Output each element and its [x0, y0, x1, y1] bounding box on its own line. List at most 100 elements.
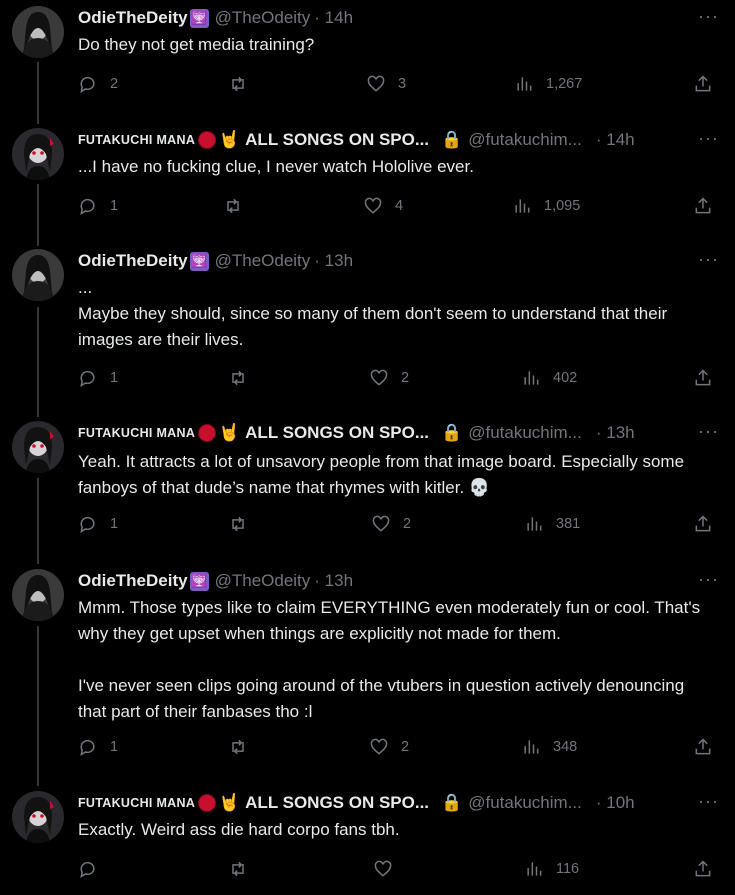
views-button[interactable]: 116	[524, 859, 579, 879]
retweet-icon	[232, 370, 244, 386]
action-bar: 1 2 402	[78, 368, 715, 392]
share-button[interactable]	[693, 737, 713, 757]
reply-button[interactable]: 1	[78, 737, 118, 757]
like-count: 2	[403, 516, 412, 532]
timestamp[interactable]: · 13h	[596, 423, 635, 443]
avatar[interactable]	[12, 249, 64, 301]
author-name[interactable]: OdieTheDeity	[78, 8, 188, 28]
author-name[interactable]: FUTAKUCHI MANA	[78, 426, 195, 440]
view-count: 116	[556, 861, 580, 877]
reply-count: 1	[110, 370, 119, 386]
retweet-button[interactable]	[228, 514, 260, 534]
retweet-button[interactable]	[228, 859, 260, 879]
view-count: 1,095	[544, 198, 581, 214]
like-count: 3	[398, 76, 407, 92]
author-name[interactable]: OdieTheDeity	[78, 571, 188, 591]
share-icon	[695, 75, 711, 92]
reply-button[interactable]: 1	[78, 514, 118, 534]
retweet-button[interactable]	[228, 74, 260, 94]
views-button[interactable]: 1,095	[512, 196, 580, 216]
author-handle[interactable]: @futakuchim...	[468, 793, 582, 813]
reply-icon	[80, 861, 95, 879]
retweet-button[interactable]	[228, 737, 260, 757]
author-handle[interactable]: @TheOdeity	[215, 251, 311, 271]
views-button[interactable]: 402	[521, 368, 577, 388]
reply-button[interactable]: 1	[78, 368, 118, 388]
retweet-icon	[232, 76, 244, 92]
reply-button[interactable]: 1	[78, 196, 118, 216]
author-name[interactable]: FUTAKUCHI MANA	[78, 796, 195, 810]
display-name-suffix[interactable]: ALL SONGS ON SPO...	[245, 130, 429, 150]
author-handle[interactable]: @TheOdeity	[215, 571, 311, 591]
red-circle-emoji	[197, 793, 217, 813]
views-icon	[524, 740, 539, 754]
like-button[interactable]: 2	[369, 737, 409, 757]
like-button[interactable]: 4	[363, 196, 403, 216]
timestamp[interactable]: · 10h	[596, 793, 635, 813]
menorah-emoji: 🕎	[189, 8, 209, 28]
avatar[interactable]	[12, 128, 64, 180]
tweet[interactable]: OdieTheDeity 🕎 @TheOdeity · 13h ··· Mmm.…	[0, 564, 735, 785]
share-icon	[695, 738, 711, 755]
like-count: 4	[395, 198, 404, 214]
share-icon	[695, 197, 711, 214]
avatar[interactable]	[12, 791, 64, 843]
more-options-icon[interactable]: ···	[698, 569, 719, 590]
display-name-suffix[interactable]: ALL SONGS ON SPO...	[245, 793, 429, 813]
timestamp[interactable]: · 14h	[314, 8, 353, 28]
share-button[interactable]	[693, 859, 713, 879]
more-options-icon[interactable]: ···	[698, 791, 719, 812]
like-button[interactable]: 2	[369, 368, 409, 388]
views-icon	[524, 371, 539, 385]
reply-button[interactable]: 2	[78, 74, 118, 94]
tweet-text: Yeah. It attracts a lot of unsavory peop…	[78, 452, 689, 497]
views-icon	[517, 77, 532, 91]
share-button[interactable]	[693, 368, 713, 388]
more-options-icon[interactable]: ···	[698, 421, 719, 442]
tweet[interactable]: FUTAKUCHI MANA 🤘 ALL SONGS ON SPO... 🔒 @…	[0, 416, 735, 564]
view-count: 402	[553, 370, 578, 386]
author-handle[interactable]: @futakuchim...	[468, 130, 582, 150]
share-icon	[695, 860, 711, 877]
view-count: 1,267	[546, 76, 583, 92]
timestamp[interactable]: · 14h	[596, 130, 635, 150]
tweet[interactable]: FUTAKUCHI MANA 🤘 ALL SONGS ON SPO... 🔒 @…	[0, 785, 735, 895]
heart-icon	[367, 75, 385, 92]
reply-icon	[80, 516, 95, 534]
tweet[interactable]: OdieTheDeity 🕎 @TheOdeity · 13h ··· ... …	[0, 244, 735, 416]
author-handle[interactable]: @futakuchim...	[468, 423, 582, 443]
retweet-button[interactable]	[223, 196, 255, 216]
tweet[interactable]: FUTAKUCHI MANA 🤘 ALL SONGS ON SPO... 🔒 @…	[0, 122, 735, 244]
reply-button[interactable]	[78, 859, 110, 879]
author-handle[interactable]: @TheOdeity	[215, 8, 311, 28]
author-name[interactable]: OdieTheDeity	[78, 251, 188, 271]
retweet-button[interactable]	[228, 368, 260, 388]
author-name[interactable]: FUTAKUCHI MANA	[78, 133, 195, 147]
more-options-icon[interactable]: ···	[698, 249, 719, 270]
like-button[interactable]: 2	[371, 514, 411, 534]
like-button[interactable]: 3	[366, 74, 406, 94]
rock-hand-emoji: 🤘	[218, 793, 240, 812]
tweet[interactable]: OdieTheDeity 🕎 @TheOdeity · 14h ··· Do t…	[0, 0, 735, 122]
view-count: 381	[556, 516, 581, 532]
views-button[interactable]: 1,267	[514, 74, 582, 94]
share-button[interactable]	[693, 74, 713, 94]
display-name-suffix[interactable]: ALL SONGS ON SPO...	[245, 423, 429, 443]
lock-icon: 🔒	[441, 130, 463, 149]
more-options-icon[interactable]: ···	[698, 6, 719, 27]
avatar[interactable]	[12, 569, 64, 621]
timestamp[interactable]: · 13h	[314, 251, 353, 271]
views-button[interactable]: 381	[524, 514, 580, 534]
views-button[interactable]: 348	[521, 737, 577, 757]
reply-icon	[80, 739, 95, 757]
heart-icon	[370, 369, 388, 386]
timestamp[interactable]: · 13h	[314, 571, 353, 591]
more-options-icon[interactable]: ···	[698, 128, 719, 149]
avatar[interactable]	[12, 421, 64, 473]
reply-count: 2	[110, 76, 119, 92]
share-button[interactable]	[693, 514, 713, 534]
like-button[interactable]	[373, 859, 405, 879]
red-circle-emoji	[197, 423, 217, 443]
avatar[interactable]	[12, 6, 64, 58]
share-button[interactable]	[693, 196, 713, 216]
